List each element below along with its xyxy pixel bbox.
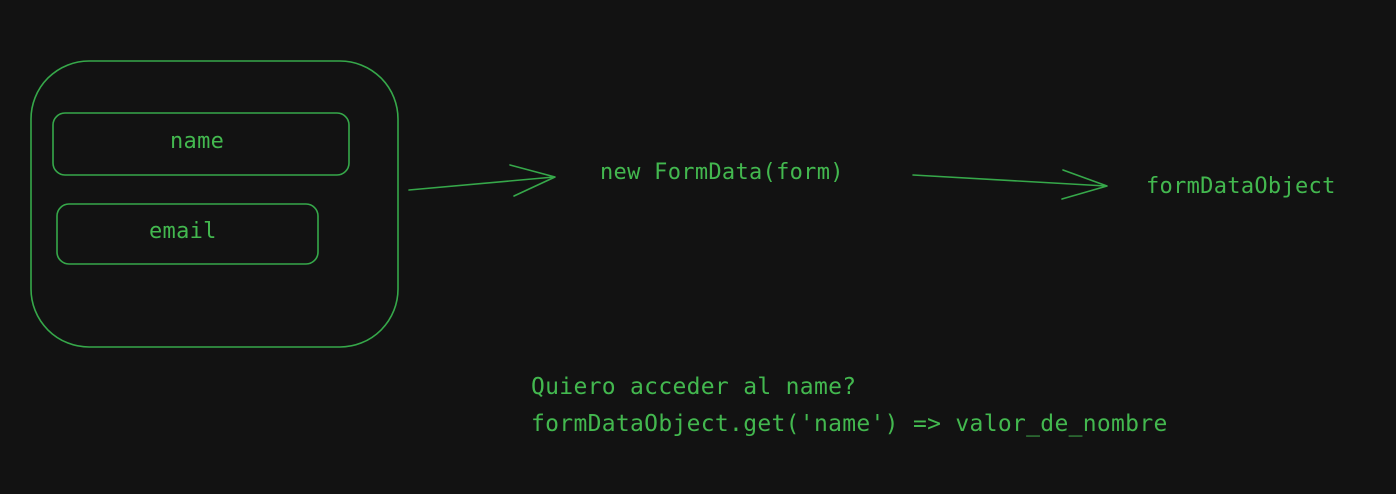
note-code-text: formDataObject.get('name') => valor_de_n…	[531, 411, 1168, 437]
diagram-canvas: name email new FormData(form) formDataOb…	[0, 0, 1396, 494]
note-question-text: Quiero acceder al name?	[531, 374, 857, 400]
name-field-label: name	[170, 129, 225, 154]
arrow-constructor-to-object	[912, 169, 1108, 200]
arrow-form-to-constructor	[408, 164, 556, 197]
email-field-label: email	[149, 219, 217, 244]
formdata-constructor-label: new FormData(form)	[600, 160, 844, 185]
formdata-object-label: formDataObject	[1146, 174, 1336, 199]
